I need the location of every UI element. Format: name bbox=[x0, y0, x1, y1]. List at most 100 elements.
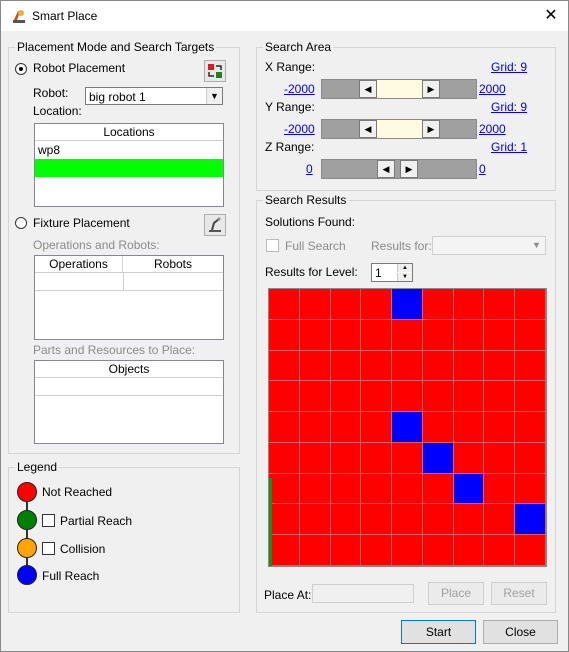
grid-cell-not-reached[interactable] bbox=[484, 319, 516, 351]
grid-cell-not-reached[interactable] bbox=[422, 289, 454, 320]
grid-cell-not-reached[interactable] bbox=[330, 289, 362, 320]
grid-cell-not-reached[interactable] bbox=[330, 442, 362, 474]
grid-cell-full-reach[interactable] bbox=[515, 504, 546, 536]
x-left-arrow-icon[interactable]: ◀ bbox=[359, 80, 377, 98]
grid-cell-not-reached[interactable] bbox=[422, 504, 454, 536]
grid-cell-full-reach[interactable] bbox=[422, 442, 454, 474]
grid-cell-not-reached[interactable] bbox=[453, 412, 485, 443]
grid-cell-not-reached[interactable] bbox=[330, 535, 362, 566]
grid-cell-not-reached[interactable] bbox=[392, 319, 423, 351]
y-max-link[interactable]: 2000 bbox=[479, 122, 506, 136]
grid-cell-not-reached[interactable] bbox=[392, 350, 423, 382]
grid-cell-not-reached[interactable] bbox=[330, 473, 362, 505]
grid-cell-not-reached[interactable] bbox=[299, 442, 331, 474]
z-grid-link[interactable]: Grid: 1 bbox=[491, 140, 527, 154]
grid-cell-not-reached[interactable] bbox=[422, 412, 454, 443]
grid-cell-not-reached[interactable] bbox=[515, 289, 546, 320]
robot-placement-tool-button[interactable] bbox=[204, 60, 226, 82]
grid-cell-not-reached[interactable] bbox=[269, 504, 300, 536]
x-right-arrow-icon[interactable]: ▶ bbox=[422, 80, 440, 98]
y-range-slider[interactable]: ◀ ▶ bbox=[321, 119, 477, 139]
reach-results-grid[interactable] bbox=[268, 288, 547, 567]
grid-cell-not-reached[interactable] bbox=[422, 473, 454, 505]
place-at-field[interactable] bbox=[312, 584, 414, 603]
grid-cell-not-reached[interactable] bbox=[330, 350, 362, 382]
grid-cell-not-reached[interactable] bbox=[515, 535, 546, 566]
grid-cell-not-reached[interactable] bbox=[515, 442, 546, 474]
chevron-down-icon[interactable]: ▼ bbox=[206, 88, 222, 104]
x-range-slider[interactable]: ◀ ▶ bbox=[321, 79, 477, 99]
grid-cell-not-reached[interactable] bbox=[453, 442, 485, 474]
grid-cell-full-reach[interactable] bbox=[392, 412, 423, 443]
close-window-button[interactable]: ✕ bbox=[534, 1, 568, 31]
grid-cell-not-reached[interactable] bbox=[422, 535, 454, 566]
grid-cell-not-reached[interactable] bbox=[392, 442, 423, 474]
grid-cell-not-reached[interactable] bbox=[361, 504, 393, 536]
grid-cell-not-reached[interactable] bbox=[269, 442, 300, 474]
grid-cell-not-reached[interactable] bbox=[330, 504, 362, 536]
location-row-selected[interactable] bbox=[35, 159, 223, 177]
grid-cell-not-reached[interactable] bbox=[299, 289, 331, 320]
results-level-stepper[interactable]: 1 ▲ ▼ bbox=[371, 263, 413, 282]
grid-cell-not-reached[interactable] bbox=[330, 381, 362, 413]
z-max-link[interactable]: 0 bbox=[479, 162, 486, 176]
grid-cell-not-reached[interactable] bbox=[299, 350, 331, 382]
grid-cell-not-reached[interactable] bbox=[392, 381, 423, 413]
grid-cell-not-reached[interactable] bbox=[484, 504, 516, 536]
grid-cell-not-reached[interactable] bbox=[361, 535, 393, 566]
stepper-down-icon[interactable]: ▼ bbox=[397, 273, 412, 281]
x-min-link[interactable]: -2000 bbox=[284, 82, 315, 96]
grid-cell-not-reached[interactable] bbox=[361, 473, 393, 505]
grid-cell-not-reached[interactable] bbox=[515, 319, 546, 351]
grid-cell-not-reached[interactable] bbox=[484, 350, 516, 382]
grid-cell-not-reached[interactable] bbox=[484, 289, 516, 320]
close-button[interactable]: Close bbox=[483, 620, 558, 644]
z-range-slider[interactable]: ◀ ▶ bbox=[321, 159, 477, 179]
x-grid-link[interactable]: Grid: 9 bbox=[491, 60, 527, 74]
y-right-arrow-icon[interactable]: ▶ bbox=[422, 120, 440, 138]
x-range-thumb[interactable] bbox=[377, 80, 422, 98]
grid-cell-not-reached[interactable] bbox=[269, 535, 300, 566]
grid-cell-not-reached[interactable] bbox=[330, 319, 362, 351]
x-max-link[interactable]: 2000 bbox=[479, 82, 506, 96]
grid-cell-not-reached[interactable] bbox=[515, 350, 546, 382]
partial-reach-checkbox[interactable] bbox=[42, 514, 55, 527]
fixture-tool-button[interactable] bbox=[204, 214, 226, 236]
grid-cell-not-reached[interactable] bbox=[361, 412, 393, 443]
grid-cell-not-reached[interactable] bbox=[299, 473, 331, 505]
y-min-link[interactable]: -2000 bbox=[284, 122, 315, 136]
grid-cell-not-reached[interactable] bbox=[269, 350, 300, 382]
location-row[interactable]: wp8 bbox=[35, 141, 223, 159]
grid-cell-not-reached[interactable] bbox=[515, 473, 546, 505]
z-right-arrow-icon[interactable]: ▶ bbox=[400, 160, 418, 178]
z-min-link[interactable]: 0 bbox=[306, 162, 313, 176]
chevron-down-icon[interactable]: ▼ bbox=[529, 238, 544, 253]
grid-cell-not-reached[interactable] bbox=[453, 535, 485, 566]
stepper-up-icon[interactable]: ▲ bbox=[397, 264, 412, 272]
grid-cell-not-reached[interactable] bbox=[392, 535, 423, 566]
grid-cell-not-reached[interactable] bbox=[515, 381, 546, 413]
grid-cell-not-reached[interactable] bbox=[453, 381, 485, 413]
grid-cell-not-reached[interactable] bbox=[361, 350, 393, 382]
grid-cell-full-reach[interactable] bbox=[392, 289, 423, 320]
grid-cell-not-reached[interactable] bbox=[484, 381, 516, 413]
grid-cell-not-reached[interactable] bbox=[484, 412, 516, 443]
grid-cell-not-reached[interactable] bbox=[269, 289, 300, 320]
grid-cell-not-reached[interactable] bbox=[422, 319, 454, 351]
grid-cell-not-reached[interactable] bbox=[392, 473, 423, 505]
grid-cell-not-reached[interactable] bbox=[330, 412, 362, 443]
grid-cell-not-reached[interactable] bbox=[361, 289, 393, 320]
full-search-checkbox[interactable] bbox=[266, 239, 279, 252]
grid-cell-not-reached[interactable] bbox=[361, 381, 393, 413]
grid-cell-not-reached[interactable] bbox=[453, 350, 485, 382]
results-for-select[interactable]: ▼ bbox=[432, 236, 546, 255]
grid-cell-not-reached[interactable] bbox=[392, 504, 423, 536]
collision-checkbox[interactable] bbox=[42, 542, 55, 555]
grid-cell-not-reached[interactable] bbox=[361, 442, 393, 474]
y-grid-link[interactable]: Grid: 9 bbox=[491, 100, 527, 114]
grid-cell-not-reached[interactable] bbox=[269, 381, 300, 413]
grid-cell-not-reached[interactable] bbox=[453, 319, 485, 351]
grid-cell-not-reached[interactable] bbox=[299, 535, 331, 566]
robot-placement-radio[interactable] bbox=[15, 63, 27, 75]
grid-cell-not-reached[interactable] bbox=[422, 350, 454, 382]
